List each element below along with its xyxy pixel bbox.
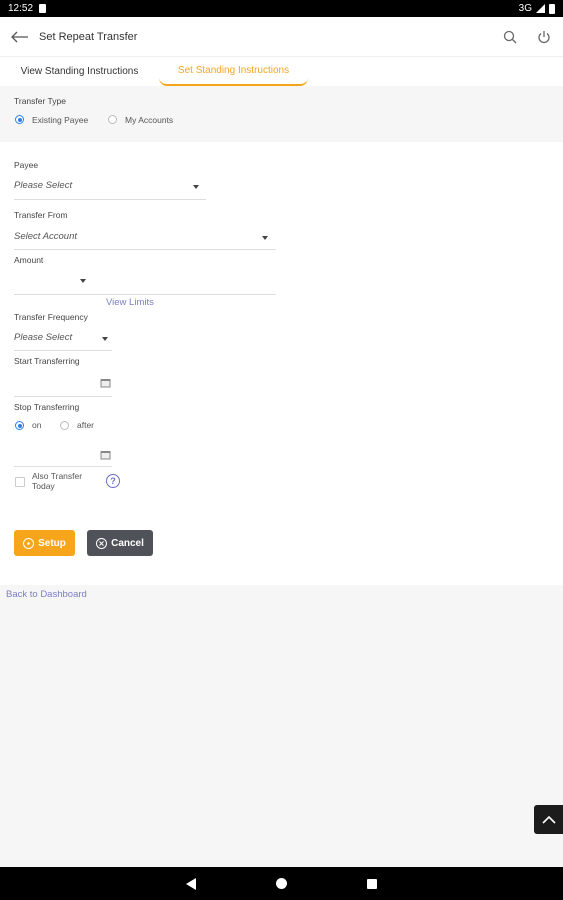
signal-icon — [536, 4, 545, 13]
transfer-from-underline — [14, 249, 276, 250]
status-bar: 12:52 3G — [0, 0, 563, 17]
help-icon[interactable]: ? — [106, 474, 120, 488]
status-time: 12:52 — [8, 3, 34, 14]
chevron-down-icon — [102, 337, 108, 341]
radio-stop-on-label: on — [32, 420, 42, 430]
stop-date-input[interactable] — [14, 442, 112, 466]
start-transferring-label: Start Transferring — [14, 356, 80, 366]
stop-date-underline — [14, 466, 112, 467]
amount-underline — [14, 294, 276, 295]
nav-back-icon[interactable] — [186, 878, 196, 890]
transfer-frequency-label: Transfer Frequency — [14, 312, 88, 322]
tab-view-standing-instructions[interactable]: View Standing Instructions — [0, 57, 159, 86]
sim-card-icon — [39, 4, 47, 13]
stop-transferring-label: Stop Transferring — [14, 402, 80, 412]
power-icon[interactable] — [535, 28, 553, 46]
payee-underline — [14, 199, 206, 200]
payee-select[interactable]: Please Select — [14, 176, 206, 200]
amount-input[interactable] — [94, 270, 276, 294]
payee-label: Payee — [14, 160, 39, 170]
start-date-underline — [14, 396, 112, 397]
system-nav-bar — [0, 867, 563, 900]
page-title: Set Repeat Transfer — [39, 30, 138, 43]
transfer-form: Payee Please Select Transfer From Select… — [0, 142, 563, 585]
radio-stop-after-label: after — [77, 420, 95, 430]
tab-set-standing-instructions[interactable]: Set Standing Instructions — [159, 57, 308, 86]
search-icon[interactable] — [501, 28, 519, 46]
start-date-input[interactable] — [14, 372, 112, 396]
amount-label: Amount — [14, 255, 44, 265]
calendar-icon[interactable] — [100, 450, 111, 460]
setup-button[interactable]: Setup — [14, 530, 75, 556]
calendar-icon[interactable] — [100, 378, 111, 388]
radio-my-accounts[interactable] — [108, 115, 117, 124]
radio-stop-after[interactable] — [60, 421, 69, 430]
radio-my-accounts-label: My Accounts — [125, 115, 174, 125]
tab-bar: View Standing Instructions Set Standing … — [0, 57, 563, 86]
nav-home-icon[interactable] — [276, 878, 287, 889]
transfer-frequency-underline — [14, 350, 112, 351]
radio-stop-on[interactable] — [15, 421, 24, 430]
radio-existing-payee[interactable] — [15, 115, 24, 124]
transfer-frequency-placeholder: Please Select — [14, 332, 73, 343]
transfer-type-label: Transfer Type — [14, 96, 66, 106]
settings-icon — [23, 537, 35, 549]
cancel-button[interactable]: Cancel — [87, 530, 153, 556]
view-limits-link[interactable]: View Limits — [106, 297, 154, 308]
chevron-down-icon — [80, 279, 86, 283]
chevron-down-icon — [193, 185, 199, 189]
also-transfer-today-label: Also Transfer Today — [32, 471, 83, 491]
nav-recents-icon[interactable] — [367, 879, 377, 889]
chevron-down-icon — [262, 236, 268, 240]
transfer-from-label: Transfer From — [14, 210, 68, 220]
transfer-type-section: Transfer Type Existing Payee My Accounts — [0, 86, 563, 142]
chevron-up-icon — [541, 815, 556, 824]
transfer-from-placeholder: Select Account — [14, 231, 78, 242]
battery-icon — [549, 3, 555, 14]
currency-select[interactable] — [14, 270, 89, 292]
scroll-to-top-button[interactable] — [534, 805, 563, 834]
back-arrow-icon[interactable] — [8, 25, 32, 49]
radio-existing-payee-label: Existing Payee — [32, 115, 89, 125]
also-transfer-today-checkbox[interactable] — [15, 477, 25, 487]
back-to-dashboard-link[interactable]: Back to Dashboard — [6, 589, 87, 600]
app-bar: Set Repeat Transfer — [0, 17, 563, 57]
transfer-frequency-select[interactable]: Please Select — [14, 328, 112, 350]
network-type: 3G — [518, 3, 532, 14]
payee-placeholder: Please Select — [14, 180, 73, 191]
close-icon — [96, 537, 108, 549]
transfer-from-select[interactable]: Select Account — [14, 226, 276, 250]
